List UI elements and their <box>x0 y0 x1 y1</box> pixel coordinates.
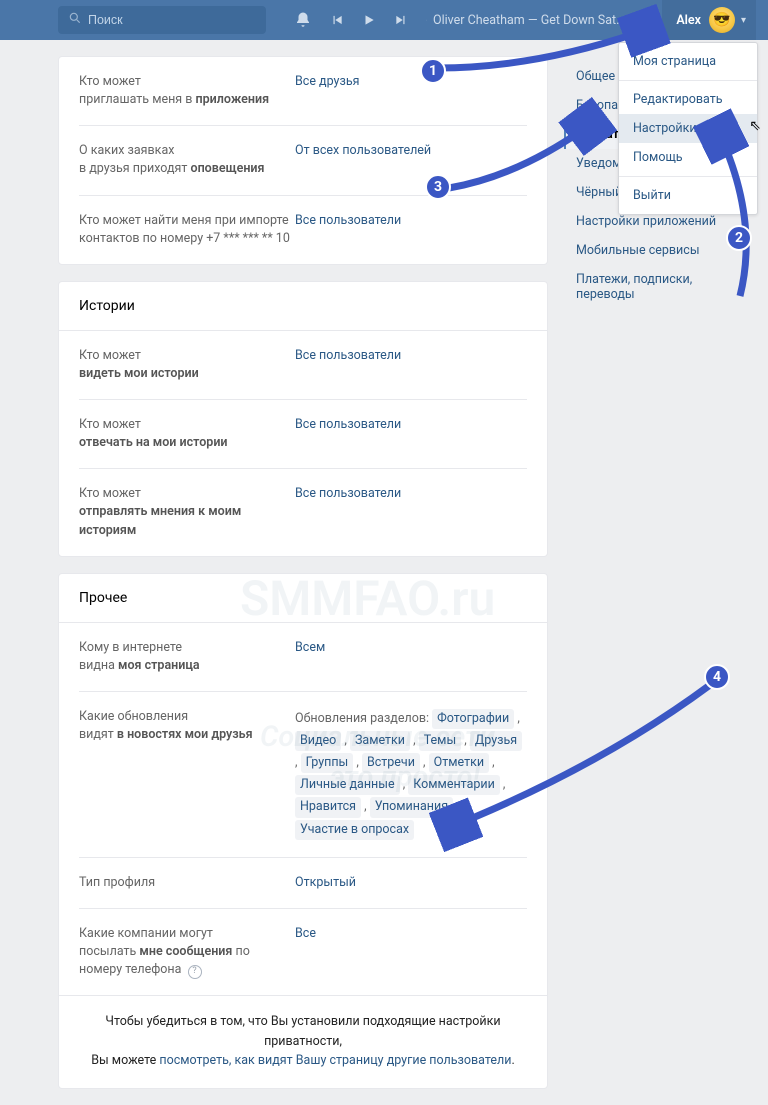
news-chip[interactable]: Темы <box>419 731 461 751</box>
setting-value[interactable]: Все друзья <box>295 73 527 109</box>
setting-label: Тип профиля <box>79 874 295 892</box>
help-icon[interactable]: ? <box>188 965 202 979</box>
news-chip[interactable]: Упоминания <box>370 797 453 817</box>
setting-row: Кто может видеть мои историиВсе пользова… <box>79 331 527 400</box>
setting-row: Тип профиля Открытый <box>79 858 527 909</box>
download-icon <box>426 14 427 26</box>
menu-settings[interactable]: Настройки⇖ <box>619 114 757 143</box>
menu-help[interactable]: Помощь <box>619 143 757 172</box>
play-icon[interactable] <box>362 13 376 27</box>
setting-label: Кому в интернете видна моя страница <box>79 639 295 675</box>
profile-dropdown: Моя страница Редактировать Настройки⇖ По… <box>618 42 758 215</box>
cursor-icon: ⇖ <box>749 118 761 134</box>
now-playing[interactable]: Oliver Cheatham — Get Down Sat... <box>426 13 626 28</box>
setting-value[interactable]: Все пользователи <box>295 416 527 452</box>
card-other: Прочее Кому в интернете видна моя страни… <box>58 573 548 1090</box>
main-column: Кто может приглашать меня в приложенияВс… <box>58 56 548 1105</box>
profile-menu-trigger[interactable]: Alex 😎 ▾ <box>662 0 756 40</box>
setting-value[interactable]: Все пользователи <box>295 347 527 383</box>
setting-row: Кому в интернете видна моя страница Всем <box>79 623 527 692</box>
card-title: Истории <box>59 282 547 331</box>
news-chip[interactable]: Нравится <box>295 797 361 817</box>
sidebar-item[interactable]: Мобильные сервисы <box>564 236 754 265</box>
card-stories: Истории Кто может видеть мои историиВсе … <box>58 281 548 557</box>
setting-value[interactable]: Всем <box>295 639 527 675</box>
menu-edit[interactable]: Редактировать <box>619 85 757 114</box>
preview-as-others-link[interactable]: посмотреть, как видят Вашу страницу друг… <box>159 1053 511 1068</box>
news-chip[interactable]: Участие в опросах <box>295 820 414 840</box>
setting-label: Кто может приглашать меня в приложения <box>79 73 295 109</box>
setting-label: Кто может отправлять мнения к моим истор… <box>79 485 295 539</box>
news-chip[interactable]: Друзья <box>470 731 522 751</box>
now-playing-text: Oliver Cheatham — Get Down Sat... <box>433 13 626 28</box>
footer-note: Чтобы убедиться в том, что Вы установили… <box>59 995 547 1088</box>
search-icon <box>68 11 82 29</box>
news-chip[interactable]: Группы <box>301 753 354 773</box>
setting-value[interactable]: От всех пользователей <box>295 142 527 178</box>
next-track-icon[interactable] <box>394 13 408 27</box>
setting-label: Кто может найти меня при импорте контакт… <box>79 212 295 248</box>
news-chip[interactable]: Видео <box>295 731 341 751</box>
news-chip[interactable]: Фотографии <box>432 709 514 729</box>
setting-value-updates[interactable]: Обновления разделов: Фотографии , Видео … <box>295 708 527 841</box>
news-chip[interactable]: Комментарии <box>408 775 500 795</box>
news-chip[interactable]: Отметки <box>429 753 489 773</box>
setting-row: Кто может отправлять мнения к моим истор… <box>79 469 527 555</box>
card-apps-privacy: Кто может приглашать меня в приложенияВс… <box>58 56 548 265</box>
setting-value[interactable]: Все пользователи <box>295 212 527 248</box>
setting-row: Кто может найти меня при импорте контакт… <box>79 196 527 264</box>
sidebar-item[interactable]: Платежи, подписки, переводы <box>564 265 754 309</box>
menu-logout[interactable]: Выйти <box>619 181 757 210</box>
setting-value[interactable]: Открытый <box>295 874 527 892</box>
setting-label: Какие обновления видят в новостях мои др… <box>79 708 295 841</box>
card-title: Прочее <box>59 574 547 623</box>
setting-row: Кто может приглашать меня в приложенияВс… <box>79 57 527 126</box>
top-bar: Oliver Cheatham — Get Down Sat... Alex 😎… <box>0 0 768 40</box>
setting-row: О каких заявках в друзья приходят оповещ… <box>79 126 527 195</box>
setting-label: Какие компании могут посылать мне сообще… <box>79 925 295 979</box>
setting-row: Какие компании могут посылать мне сообще… <box>79 909 527 995</box>
setting-label: Кто может видеть мои истории <box>79 347 295 383</box>
prev-track-icon[interactable] <box>330 13 344 27</box>
setting-value[interactable]: Все <box>295 925 527 979</box>
username: Alex <box>676 13 701 28</box>
news-chip[interactable]: Встречи <box>362 753 420 773</box>
chevron-down-icon: ▾ <box>741 15 746 26</box>
setting-row: Какие обновления видят в новостях мои др… <box>79 692 527 858</box>
setting-row: Кто может отвечать на мои историиВсе пол… <box>79 400 527 469</box>
setting-label: О каких заявках в друзья приходят оповещ… <box>79 142 295 178</box>
search-box[interactable] <box>58 6 266 34</box>
setting-label: Кто может отвечать на мои истории <box>79 416 295 452</box>
setting-value[interactable]: Все пользователи <box>295 485 527 539</box>
bell-icon[interactable] <box>294 11 312 29</box>
news-chip[interactable]: Заметки <box>350 731 410 751</box>
search-input[interactable] <box>88 13 256 27</box>
news-chip[interactable]: Личные данные <box>295 775 400 795</box>
menu-my-page[interactable]: Моя страница <box>619 47 757 76</box>
avatar: 😎 <box>709 7 735 33</box>
